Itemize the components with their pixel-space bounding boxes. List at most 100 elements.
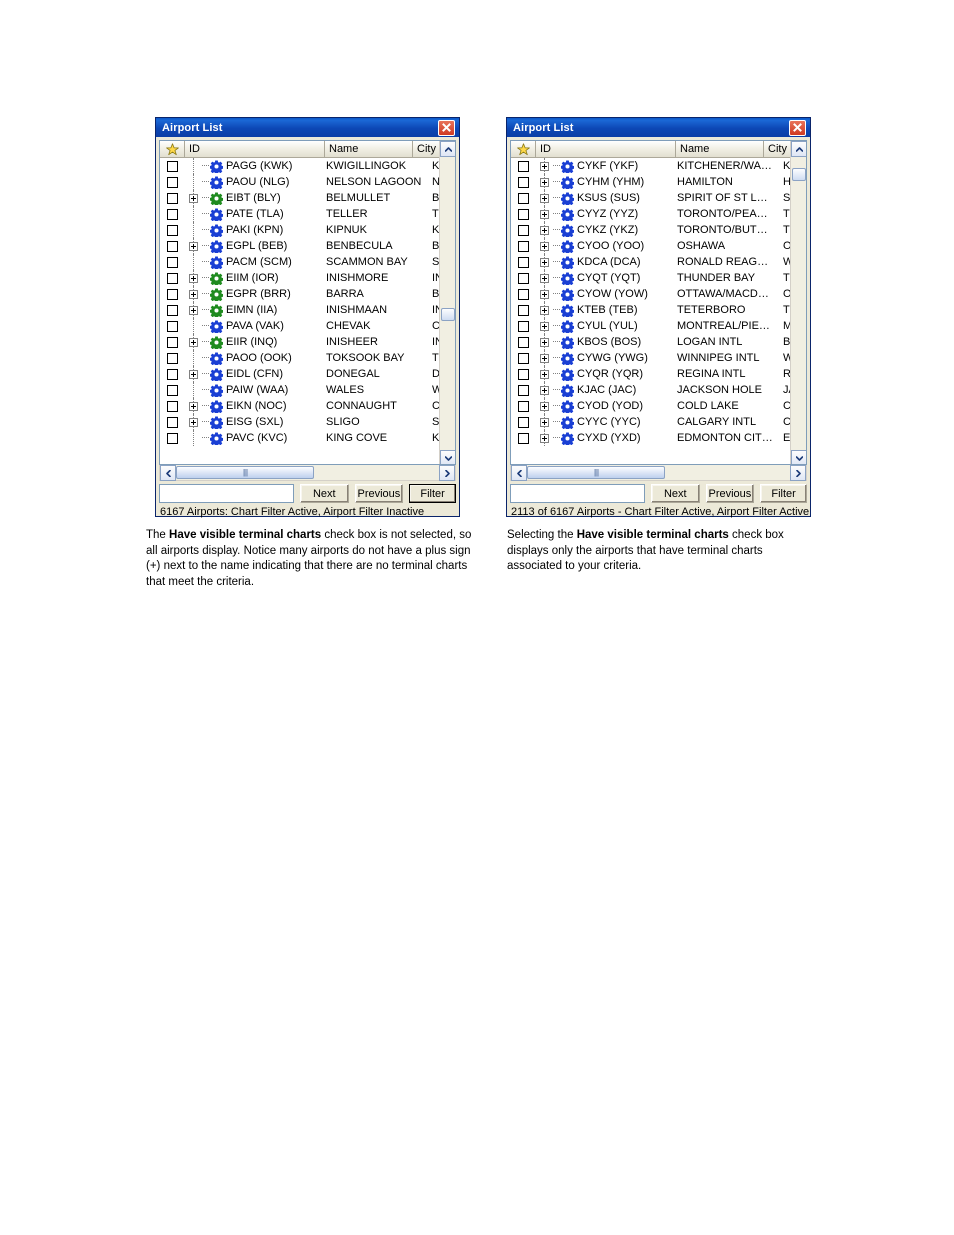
cell-name[interactable]: KIPNUK <box>325 224 431 236</box>
cell-name[interactable]: OSHAWA <box>676 240 782 252</box>
cell-id[interactable]: EIIM (IOR) <box>185 270 325 286</box>
cell-id[interactable]: PAIW (WAA) <box>185 382 325 398</box>
scroll-down-button[interactable] <box>791 450 806 464</box>
cell-id[interactable]: PACM (SCM) <box>185 254 325 270</box>
row-checkbox[interactable] <box>518 208 529 220</box>
expand-plus-icon[interactable] <box>189 289 198 299</box>
hscroll-thumb[interactable]: |||| <box>176 466 314 479</box>
row-checkbox-cell[interactable] <box>160 336 185 348</box>
row-checkbox-cell[interactable] <box>511 192 536 204</box>
row-checkbox-cell[interactable] <box>160 320 185 332</box>
cell-id[interactable]: EGPR (BRR) <box>185 286 325 302</box>
expand-plus-icon[interactable] <box>189 401 198 411</box>
row-checkbox-cell[interactable] <box>511 304 536 316</box>
row-checkbox-cell[interactable] <box>511 416 536 428</box>
filter-button[interactable]: Filter <box>760 484 808 503</box>
table-row[interactable]: CYKZ (YKZ)TORONTO/BUT…TORONT( <box>511 222 806 238</box>
table-row[interactable]: PAOO (OOK)TOKSOOK BAYTOKSOO <box>160 350 455 366</box>
table-row[interactable]: CYYZ (YYZ)TORONTO/PEA…TORONT( <box>511 206 806 222</box>
row-checkbox[interactable] <box>167 208 178 220</box>
row-checkbox[interactable] <box>167 400 178 412</box>
cell-id[interactable]: PAOU (NLG) <box>185 174 325 190</box>
cell-id[interactable]: KJAC (JAC) <box>536 382 676 398</box>
cell-name[interactable]: TETERBORO <box>676 304 782 316</box>
row-checkbox-cell[interactable] <box>511 288 536 300</box>
row-checkbox[interactable] <box>518 192 529 204</box>
filter-button[interactable]: Filter <box>409 484 457 503</box>
row-checkbox[interactable] <box>518 384 529 396</box>
row-checkbox-cell[interactable] <box>160 160 185 172</box>
cell-name[interactable]: TOKSOOK BAY <box>325 352 431 364</box>
row-checkbox[interactable] <box>518 432 529 444</box>
row-checkbox[interactable] <box>518 240 529 252</box>
search-input[interactable] <box>159 484 294 503</box>
row-checkbox-cell[interactable] <box>160 384 185 396</box>
cell-id[interactable]: PATE (TLA) <box>185 206 325 222</box>
row-checkbox[interactable] <box>518 336 529 348</box>
table-row[interactable]: KTEB (TEB)TETERBOROTETERBO <box>511 302 806 318</box>
close-icon[interactable] <box>438 119 455 136</box>
expand-plus-icon[interactable] <box>540 321 549 331</box>
cell-id[interactable]: CYKF (YKF) <box>536 158 676 174</box>
row-checkbox-cell[interactable] <box>511 208 536 220</box>
row-checkbox[interactable] <box>167 224 178 236</box>
scroll-up-button[interactable] <box>440 141 455 157</box>
table-row[interactable]: PAKI (KPN)KIPNUKKIPNUK <box>160 222 455 238</box>
row-checkbox-cell[interactable] <box>511 160 536 172</box>
row-checkbox-cell[interactable] <box>511 384 536 396</box>
expand-plus-icon[interactable] <box>189 369 198 379</box>
table-row[interactable]: CYYC (YYC)CALGARY INTLCALGARY <box>511 414 806 430</box>
table-row[interactable]: EIIR (INQ)INISHEERINISHEER <box>160 334 455 350</box>
expand-plus-icon[interactable] <box>540 433 549 443</box>
row-checkbox[interactable] <box>167 352 178 364</box>
table-row[interactable]: CYQT (YQT)THUNDER BAYTHUNDER <box>511 270 806 286</box>
cell-name[interactable]: CALGARY INTL <box>676 416 782 428</box>
hscroll-thumb[interactable]: |||| <box>527 466 665 479</box>
row-checkbox[interactable] <box>167 160 178 172</box>
cell-id[interactable]: EIKN (NOC) <box>185 398 325 414</box>
row-checkbox[interactable] <box>518 224 529 236</box>
table-row[interactable]: CYHM (YHM)HAMILTONHAMILTO <box>511 174 806 190</box>
cell-id[interactable]: PAVA (VAK) <box>185 318 325 334</box>
cell-name[interactable]: SCAMMON BAY <box>325 256 431 268</box>
row-checkbox-cell[interactable] <box>511 256 536 268</box>
row-checkbox-cell[interactable] <box>160 224 185 236</box>
table-row[interactable]: PAGG (KWK)KWIGILLINGOKKWIGILLI <box>160 158 455 174</box>
scroll-left-button[interactable] <box>511 465 527 481</box>
table-row[interactable]: EGPR (BRR)BARRABARRA <box>160 286 455 302</box>
cell-name[interactable]: SLIGO <box>325 416 431 428</box>
cell-id[interactable]: EISG (SXL) <box>185 414 325 430</box>
expand-plus-icon[interactable] <box>189 241 198 251</box>
table-row[interactable]: PATE (TLA)TELLERTELLER <box>160 206 455 222</box>
row-checkbox-cell[interactable] <box>511 272 536 284</box>
row-checkbox-cell[interactable] <box>160 240 185 252</box>
expand-plus-icon[interactable] <box>189 193 198 203</box>
cell-id[interactable]: EGPL (BEB) <box>185 238 325 254</box>
row-checkbox[interactable] <box>167 432 178 444</box>
row-checkbox-cell[interactable] <box>160 288 185 300</box>
close-icon[interactable] <box>789 119 806 136</box>
table-row[interactable]: CYQR (YQR)REGINA INTLREGINA <box>511 366 806 382</box>
next-button[interactable]: Next <box>300 484 349 503</box>
row-checkbox[interactable] <box>518 272 529 284</box>
table-row[interactable]: KSUS (SUS)SPIRIT OF ST L…ST LOUIS <box>511 190 806 206</box>
row-checkbox-cell[interactable] <box>160 352 185 364</box>
cell-id[interactable]: EIBT (BLY) <box>185 190 325 206</box>
cell-name[interactable]: MONTREAL/PIE… <box>676 320 782 332</box>
scroll-right-button[interactable] <box>790 465 806 481</box>
cell-name[interactable]: COLD LAKE <box>676 400 782 412</box>
row-checkbox[interactable] <box>167 272 178 284</box>
cell-id[interactable]: KSUS (SUS) <box>536 190 676 206</box>
scrollbar-thumb[interactable] <box>792 168 806 182</box>
table-row[interactable]: CYUL (YUL)MONTREAL/PIE…MONTRE/ <box>511 318 806 334</box>
column-header-name[interactable]: Name <box>676 141 764 158</box>
cell-id[interactable]: EIMN (IIA) <box>185 302 325 318</box>
cell-id[interactable]: CYWG (YWG) <box>536 350 676 366</box>
cell-name[interactable]: HAMILTON <box>676 176 782 188</box>
cell-name[interactable]: INISHEER <box>325 336 431 348</box>
row-checkbox-cell[interactable] <box>160 256 185 268</box>
row-checkbox[interactable] <box>167 288 178 300</box>
row-checkbox-cell[interactable] <box>160 208 185 220</box>
row-checkbox[interactable] <box>518 160 529 172</box>
cell-id[interactable]: KBOS (BOS) <box>536 334 676 350</box>
